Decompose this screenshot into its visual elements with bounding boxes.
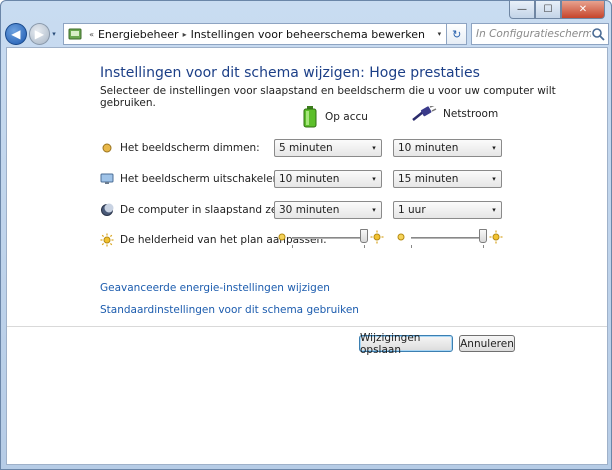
sleep-moon-icon — [101, 203, 114, 216]
slider-thumb[interactable] — [360, 229, 368, 243]
cancel-button[interactable]: Annuleren — [459, 335, 515, 352]
row-label-dim-display: Het beeldscherm dimmen: — [120, 142, 260, 154]
brightness-high-icon — [489, 230, 503, 244]
caption-buttons: — ☐ ✕ — [509, 1, 605, 19]
select-value: 15 minuten — [398, 173, 459, 185]
maximize-button[interactable]: ☐ — [535, 1, 561, 19]
sleep-plugged-select[interactable]: 1 uur ▾ — [393, 201, 502, 219]
breadcrumb-overflow[interactable]: « — [89, 30, 94, 39]
select-value: 30 minuten — [279, 204, 340, 216]
advanced-settings-link[interactable]: Geavanceerde energie-instellingen wijzig… — [100, 282, 330, 294]
column-label-plugged: Netstroom — [443, 108, 499, 120]
dim-display-battery-select[interactable]: 5 minuten ▾ — [274, 139, 382, 157]
sleep-battery-select[interactable]: 30 minuten ▾ — [274, 201, 382, 219]
slider-tick — [483, 245, 484, 248]
chevron-down-icon: ▾ — [492, 144, 496, 152]
page-title: Instellingen voor dit schema wijzigen: H… — [100, 65, 480, 81]
row-label-display-off: Het beeldscherm uitschakelen na: — [120, 173, 300, 185]
main-content: Instellingen voor dit schema wijzigen: H… — [6, 47, 608, 465]
select-value: 10 minuten — [279, 173, 340, 185]
row-display-off: Het beeldscherm uitschakelen na: — [100, 172, 299, 186]
address-dropdown[interactable]: ▾ — [432, 30, 446, 38]
column-header-plugged: Netstroom — [411, 106, 498, 122]
slider-tick — [364, 245, 365, 248]
search-icon[interactable] — [591, 27, 605, 41]
minimize-button[interactable]: — — [509, 1, 535, 19]
row-dim-display: Het beeldscherm dimmen: — [100, 141, 260, 155]
restore-defaults-link[interactable]: Standaardinstellingen voor dit schema ge… — [100, 304, 359, 316]
chevron-down-icon: ▾ — [372, 206, 376, 214]
search-input[interactable]: In Configuratiescherm zoeken — [476, 28, 591, 40]
column-label-battery: Op accu — [325, 111, 368, 123]
address-bar[interactable]: « Energiebeheer ▸ Instellingen voor behe… — [63, 23, 448, 45]
navigation-bar: ◀ ▶ ▾ « Energiebeheer ▸ Instellingen voo… — [5, 21, 610, 47]
window-frame: — ☐ ✕ ◀ ▶ ▾ « Energiebeheer ▸ Instelling… — [0, 0, 612, 470]
brightness-plugged-slider[interactable] — [395, 229, 503, 248]
divider — [7, 326, 607, 327]
forward-button[interactable]: ▶ — [28, 23, 51, 45]
select-value: 1 uur — [398, 204, 426, 216]
slider-thumb[interactable] — [479, 229, 487, 243]
brightness-low-icon — [397, 233, 405, 241]
search-box[interactable]: In Configuratiescherm zoeken — [471, 23, 610, 45]
chevron-down-icon: ▾ — [372, 144, 376, 152]
monitor-icon — [100, 173, 114, 184]
back-button[interactable]: ◀ — [5, 23, 27, 45]
dim-display-plugged-select[interactable]: 10 minuten ▾ — [393, 139, 502, 157]
breadcrumb-current[interactable]: Instellingen voor beheerschema bewerken — [191, 28, 425, 41]
power-plug-icon — [412, 106, 437, 121]
chevron-down-icon: ▾ — [492, 175, 496, 183]
chevron-down-icon: ▾ — [372, 175, 376, 183]
dim-display-icon — [102, 143, 112, 153]
close-button[interactable]: ✕ — [561, 1, 605, 19]
slider-track[interactable] — [292, 237, 364, 239]
battery-icon — [303, 106, 317, 128]
column-header-battery: Op accu — [303, 106, 368, 128]
display-off-plugged-select[interactable]: 15 minuten ▾ — [393, 170, 502, 188]
recent-pages-dropdown[interactable]: ▾ — [52, 30, 60, 38]
brightness-high-icon — [370, 230, 384, 244]
breadcrumb-separator[interactable]: ▸ — [183, 30, 187, 39]
save-changes-button[interactable]: Wijzigingen opslaan — [359, 332, 453, 356]
chevron-down-icon: ▾ — [492, 206, 496, 214]
breadcrumb-energiebeheer[interactable]: Energiebeheer — [98, 28, 179, 41]
display-off-battery-select[interactable]: 10 minuten ▾ — [274, 170, 382, 188]
brightness-sun-icon — [100, 233, 114, 247]
brightness-low-icon — [278, 233, 286, 241]
control-panel-icon — [68, 28, 82, 40]
slider-tick — [411, 245, 412, 248]
select-value: 5 minuten — [279, 142, 333, 154]
slider-tick — [292, 245, 293, 248]
select-value: 10 minuten — [398, 142, 459, 154]
brightness-battery-slider[interactable] — [276, 229, 384, 248]
refresh-button[interactable]: ↻ — [447, 23, 468, 45]
slider-track[interactable] — [411, 237, 483, 239]
